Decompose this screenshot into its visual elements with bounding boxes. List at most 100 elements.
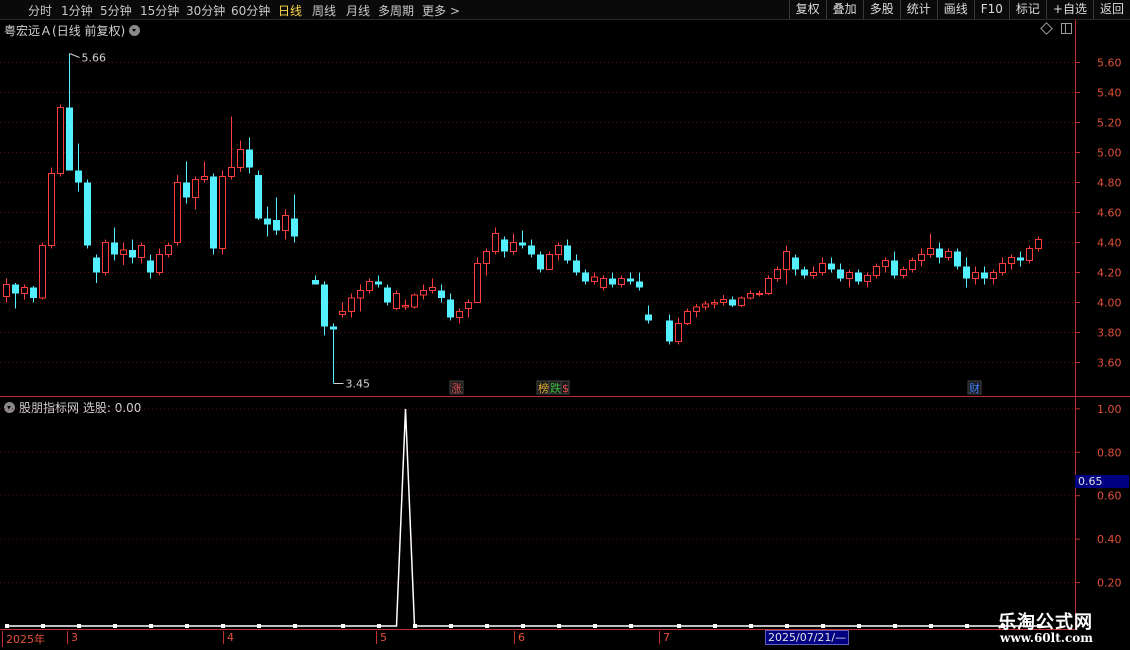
candle-body-up <box>846 272 853 279</box>
candle-body-up <box>102 242 109 273</box>
candle-body-up <box>48 173 55 246</box>
candle-body-down <box>954 251 961 267</box>
indicator-point <box>185 624 189 628</box>
low-label: 3.45 <box>346 378 371 391</box>
candle-body-up <box>927 248 934 255</box>
event-marker: 财 <box>969 381 980 395</box>
time-axis-label: 4 <box>223 631 234 644</box>
candle-body-up <box>972 272 979 279</box>
candle-body-up <box>474 263 481 303</box>
indicator-point <box>521 624 525 628</box>
candle-body-down <box>66 107 73 171</box>
high-pointer <box>69 53 80 58</box>
candle-body-up <box>546 254 553 270</box>
candle-body-down <box>84 182 91 246</box>
candle-body-up <box>1026 248 1033 261</box>
candle-body-down <box>93 257 100 273</box>
candle-body-down <box>573 260 580 273</box>
candle-body-up <box>411 294 418 308</box>
kline-chart[interactable]: 5.60 5.40 5.20 5.00 4.80 4.60 4.40 4.20 4.00 3.80… <box>0 0 1130 650</box>
candle-body-up <box>420 290 427 296</box>
candle-body-down <box>636 281 643 288</box>
candle-body-up <box>165 245 172 255</box>
candle-body-down <box>111 242 118 255</box>
high-label: 5.66 <box>82 52 107 65</box>
indicator-point <box>593 624 597 628</box>
candle-body-down <box>273 220 280 231</box>
candle-body-up <box>21 287 28 294</box>
time-axis-label: 2025年 <box>2 631 45 647</box>
y-tick-label: 4.20 <box>1097 267 1122 280</box>
candle-body-down <box>264 218 271 225</box>
indicator-point <box>5 624 9 628</box>
candle-body-up <box>357 290 364 299</box>
candle-body-up <box>237 149 244 168</box>
candle-body-up <box>810 272 817 276</box>
candle-body-up <box>900 269 907 276</box>
candle-body-up <box>120 249 127 255</box>
indicator-point <box>629 624 633 628</box>
candle-body-down <box>447 299 454 318</box>
candle-body-up <box>228 167 235 177</box>
candle-body-up <box>192 179 199 198</box>
indicator-point <box>713 624 717 628</box>
candle-body-down <box>330 326 337 330</box>
time-axis-label: 7 <box>659 631 670 644</box>
candle-body-down <box>129 250 136 258</box>
indicator-point <box>557 624 561 628</box>
time-axis: 2025年 3 4 5 6 7 <box>0 629 1075 647</box>
candle-body-up <box>174 182 181 243</box>
candle-body-up <box>783 251 790 270</box>
indicator-point <box>293 624 297 628</box>
candle-body-up <box>618 278 625 285</box>
indicator-point <box>377 624 381 628</box>
y-tick-label: 4.00 <box>1097 297 1122 310</box>
candle-body-up <box>918 254 925 261</box>
candle-body-down <box>981 272 988 279</box>
watermark-url: www.60lt.com <box>1000 631 1093 645</box>
candle-body-down <box>321 284 328 327</box>
indicator-point <box>785 624 789 628</box>
candle-body-down <box>609 278 616 285</box>
candle-body-up <box>465 302 472 309</box>
event-marker: 涨 <box>451 382 462 395</box>
candle-body-down <box>828 263 835 270</box>
candle-body-down <box>30 287 37 298</box>
candle-body-up <box>201 176 208 180</box>
y-tick-label: 1.00 <box>1097 403 1122 416</box>
cursor-date-label: 2025/07/21/— <box>765 630 850 645</box>
candle-body-up <box>945 251 952 258</box>
candle-body-up <box>738 297 745 306</box>
candle-body-up <box>555 245 562 255</box>
candle-body-up <box>402 305 409 308</box>
candle-body-down <box>210 176 217 249</box>
candle-body-down <box>729 299 736 306</box>
candle-body-down <box>384 287 391 303</box>
indicator-point <box>677 624 681 628</box>
y-tick-label: 0.60 <box>1097 490 1122 503</box>
candle-body-up <box>348 297 355 312</box>
indicator-point <box>821 624 825 628</box>
candle-body-down <box>891 260 898 276</box>
candle-body-up <box>456 311 463 318</box>
y-tick-label: 4.40 <box>1097 237 1122 250</box>
indicator-point <box>893 624 897 628</box>
candle-body-down <box>147 260 154 273</box>
indicator-point <box>221 624 225 628</box>
y-tick-label: 5.00 <box>1097 147 1122 160</box>
candle-body-down <box>312 280 319 285</box>
y-tick-label: 4.60 <box>1097 207 1122 220</box>
y-tick-label: 0.40 <box>1097 533 1122 546</box>
candle-body-down <box>255 175 262 219</box>
candle-body-up <box>600 278 607 288</box>
candle-body-up <box>711 302 718 305</box>
candle-body-down <box>801 269 808 276</box>
indicator-point <box>341 624 345 628</box>
candle-body-up <box>219 176 226 249</box>
watermark: 乐淘公式网 www.60lt.com <box>984 606 1130 650</box>
candle-body-up <box>873 266 880 276</box>
y-tick-label: 3.60 <box>1097 357 1122 370</box>
indicator-point <box>257 624 261 628</box>
candle-body-down <box>528 245 535 255</box>
y-tick-label: 0.20 <box>1097 577 1122 590</box>
